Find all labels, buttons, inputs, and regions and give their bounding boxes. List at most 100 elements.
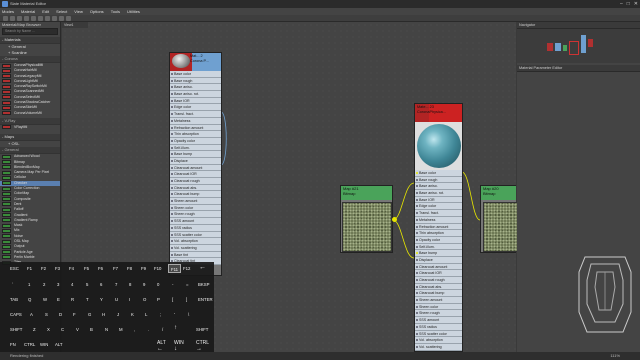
nav-viewport-frame[interactable] bbox=[569, 41, 579, 55]
key-equals[interactable]: = bbox=[186, 282, 189, 287]
slot[interactable]: Self-illum. bbox=[170, 144, 221, 152]
browser-search-input[interactable]: Search by Name ... bbox=[2, 28, 58, 35]
key-9[interactable]: 9 bbox=[143, 282, 145, 287]
key-h[interactable]: H bbox=[102, 312, 105, 317]
key-esc[interactable]: ESC bbox=[10, 266, 19, 271]
show-map-icon[interactable] bbox=[45, 16, 50, 21]
key-f5[interactable]: F5 bbox=[84, 266, 89, 271]
menu-modes[interactable]: Modes bbox=[2, 8, 14, 15]
key-f10[interactable]: F10 bbox=[154, 266, 161, 271]
key-6[interactable]: 6 bbox=[100, 282, 102, 287]
key-1[interactable]: 1 bbox=[28, 282, 30, 287]
key-f8[interactable]: F8 bbox=[127, 266, 132, 271]
slot[interactable]: Base IOR bbox=[415, 196, 462, 204]
slot[interactable]: Refraction amount bbox=[415, 223, 462, 231]
key-f4[interactable]: F4 bbox=[69, 266, 74, 271]
slot[interactable]: Base aniso. bbox=[415, 183, 462, 191]
slot[interactable]: Displace bbox=[170, 157, 221, 165]
delete-icon[interactable] bbox=[24, 16, 29, 21]
slot[interactable]: SSS scatter color bbox=[170, 231, 221, 239]
map-node-20[interactable]: Map #20 Bitmap bbox=[480, 185, 519, 253]
slot[interactable]: Sheen amount bbox=[170, 198, 221, 205]
slot[interactable]: Base rough bbox=[415, 176, 462, 184]
key-n[interactable]: N bbox=[105, 327, 108, 332]
list-item[interactable]: CoronaVolumeMtl bbox=[0, 111, 60, 116]
map-node-21[interactable]: Map #21 Bitmap bbox=[340, 185, 393, 253]
material-node-b[interactable]: Mate... 23 CoronaPhysica... Base color B… bbox=[414, 103, 463, 352]
slot[interactable]: Clearcoat rough bbox=[415, 277, 462, 284]
menu-material[interactable]: Material bbox=[21, 8, 35, 15]
key-backslash[interactable]: \ bbox=[188, 312, 189, 317]
key-comma[interactable]: , bbox=[134, 327, 135, 332]
node-header[interactable]: Map #20 Bitmap bbox=[481, 186, 516, 200]
key-m[interactable]: M bbox=[119, 327, 123, 332]
key-win-left[interactable]: WIN bbox=[40, 342, 48, 347]
key-3[interactable]: 3 bbox=[57, 282, 59, 287]
key-f11[interactable]: F11 bbox=[168, 264, 181, 273]
key-t[interactable]: T bbox=[86, 297, 89, 302]
key-j[interactable]: J bbox=[117, 312, 119, 317]
category-corona[interactable]: - Corona bbox=[0, 56, 60, 63]
key-8[interactable]: 8 bbox=[129, 282, 131, 287]
key-v[interactable]: V bbox=[76, 327, 79, 332]
slot[interactable]: Base IOR bbox=[170, 97, 221, 105]
minimize-icon[interactable]: – bbox=[620, 0, 623, 8]
slot[interactable]: Clearcoat abs. bbox=[170, 184, 221, 192]
category-maps[interactable]: - Maps bbox=[0, 134, 60, 142]
key-ctrl-left[interactable]: CTRL bbox=[24, 342, 35, 347]
output-socket[interactable] bbox=[392, 217, 397, 222]
key-enter[interactable]: ENTER bbox=[198, 297, 213, 302]
key-f[interactable]: F bbox=[73, 312, 76, 317]
key-c[interactable]: C bbox=[61, 327, 64, 332]
slot[interactable]: Transl. fract. bbox=[415, 210, 462, 217]
menu-edit[interactable]: Edit bbox=[42, 8, 49, 15]
slot[interactable]: Clearcoat bump bbox=[170, 191, 221, 199]
key-period[interactable]: . bbox=[148, 327, 149, 332]
key-f2[interactable]: F2 bbox=[41, 266, 46, 271]
key-z[interactable]: Z bbox=[33, 327, 36, 332]
slot[interactable]: Vol. scattering bbox=[415, 343, 462, 351]
key-f3[interactable]: F3 bbox=[55, 266, 60, 271]
slot[interactable]: Clearcoat rough bbox=[170, 178, 221, 185]
key-f7[interactable]: F7 bbox=[113, 266, 118, 271]
pick-material-icon[interactable] bbox=[10, 16, 15, 21]
slot[interactable]: Vol. scattering bbox=[170, 244, 221, 252]
key-7[interactable]: 7 bbox=[115, 282, 117, 287]
slot[interactable]: Refraction amount bbox=[170, 124, 221, 132]
key-alt-left[interactable]: ALT bbox=[55, 342, 63, 347]
material-node-a[interactable]: Mat... 2 Corona P... Base color Base rou… bbox=[169, 52, 222, 276]
slot[interactable]: Base rough bbox=[170, 77, 221, 85]
slot[interactable]: Base color bbox=[170, 71, 221, 78]
key-w[interactable]: W bbox=[43, 297, 47, 302]
slot[interactable]: Base tint bbox=[170, 251, 221, 259]
slot[interactable]: Edge color bbox=[415, 203, 462, 211]
key-shift-right[interactable]: SHIFT bbox=[196, 327, 208, 332]
category-general-maps[interactable]: - General bbox=[0, 147, 60, 155]
slot[interactable]: SSS radius bbox=[415, 323, 462, 331]
node-header[interactable]: Map #21 Bitmap bbox=[341, 186, 392, 200]
slot[interactable]: Displace bbox=[415, 256, 462, 264]
maximize-icon[interactable]: □ bbox=[627, 0, 630, 8]
slot[interactable]: Thin absorption bbox=[415, 230, 462, 237]
node-header[interactable]: Mate... 23 CoronaPhysica... bbox=[415, 104, 462, 122]
select-tool-icon[interactable] bbox=[3, 16, 8, 21]
menu-options[interactable]: Options bbox=[90, 8, 104, 15]
node-header[interactable]: Mat... 2 Corona P... bbox=[170, 53, 221, 71]
slot[interactable]: Transl. fract. bbox=[170, 111, 221, 118]
slot[interactable]: Base aniso. rot. bbox=[415, 190, 462, 197]
slot[interactable]: Opacity color bbox=[170, 137, 221, 145]
slot[interactable]: Clearcoat bump bbox=[415, 290, 462, 298]
key-tab[interactable]: TAB bbox=[10, 297, 18, 302]
key-p[interactable]: P bbox=[157, 297, 160, 302]
move-children-icon[interactable] bbox=[31, 16, 36, 21]
slot[interactable]: Clearcoat abs. bbox=[415, 283, 462, 291]
key-k[interactable]: K bbox=[131, 312, 134, 317]
slot[interactable]: Clearcoat IOR bbox=[415, 270, 462, 277]
category-vray[interactable]: - V-Ray bbox=[0, 117, 60, 125]
key-bksp[interactable]: BKSP bbox=[198, 282, 209, 287]
assign-material-icon[interactable] bbox=[17, 16, 22, 21]
list-item[interactable]: VRayMtl bbox=[0, 125, 60, 130]
slot[interactable]: Opacity color bbox=[415, 236, 462, 244]
key-arrow-up[interactable]: ↑ bbox=[174, 325, 177, 331]
key-backspace-arrow[interactable]: ← bbox=[199, 264, 206, 271]
